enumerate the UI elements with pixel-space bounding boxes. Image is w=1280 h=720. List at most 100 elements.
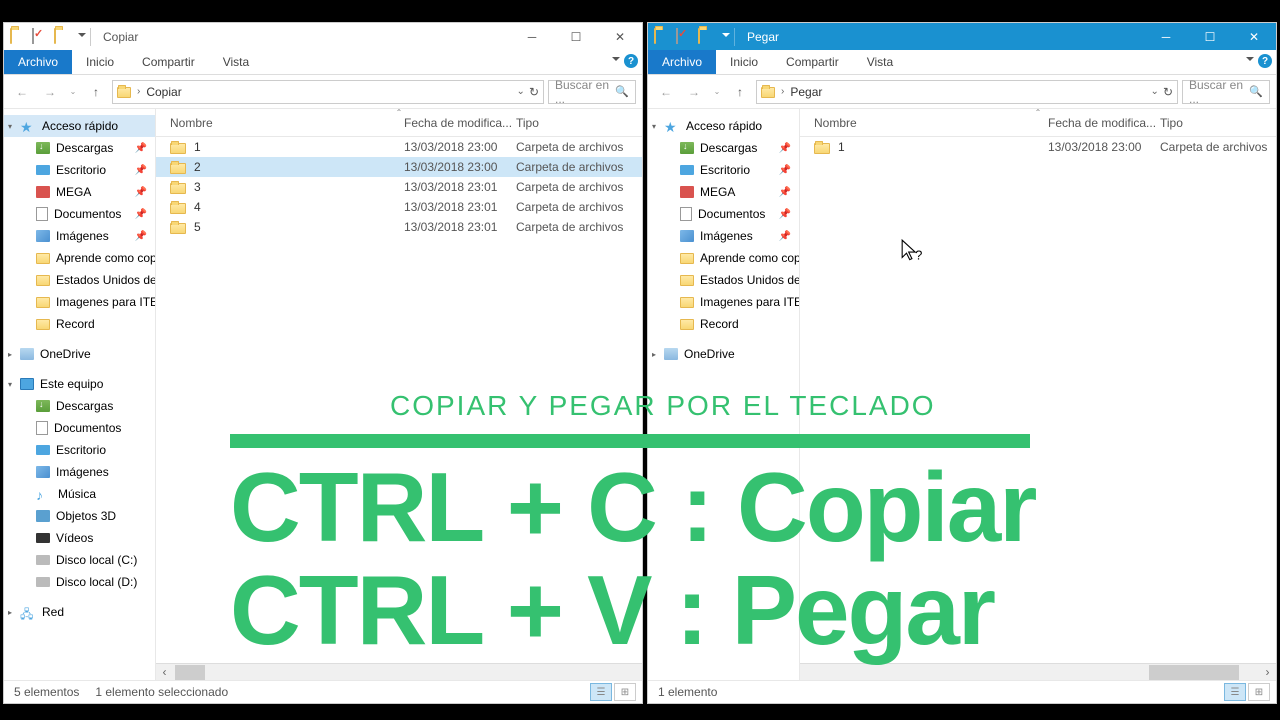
- scroll-thumb[interactable]: [175, 665, 205, 680]
- help-icon[interactable]: ?: [1258, 54, 1272, 68]
- col-date[interactable]: Fecha de modifica...: [404, 116, 516, 130]
- close-button[interactable]: ✕: [1232, 23, 1276, 50]
- sidebar-pc-documents[interactable]: Documentos: [4, 417, 155, 439]
- sidebar-disk-d[interactable]: Disco local (D:): [4, 571, 155, 593]
- tab-file[interactable]: Archivo: [648, 50, 716, 74]
- search-input[interactable]: Buscar en ... 🔍: [1182, 80, 1270, 104]
- open-folder-icon[interactable]: [54, 29, 70, 45]
- file-row[interactable]: 213/03/2018 23:00Carpeta de archivos: [156, 157, 642, 177]
- sidebar-pc-downloads[interactable]: Descargas: [4, 395, 155, 417]
- sidebar-folder[interactable]: Imagenes para ITEC: [4, 291, 155, 313]
- scroll-left-icon[interactable]: ‹: [156, 664, 173, 681]
- ribbon-collapse-icon[interactable]: [1246, 57, 1254, 65]
- tab-share[interactable]: Compartir: [772, 50, 853, 74]
- sidebar-quick-access[interactable]: ▾★Acceso rápido: [4, 115, 155, 137]
- file-list[interactable]: 113/03/2018 23:00Carpeta de archivos 213…: [156, 137, 642, 663]
- horizontal-scrollbar[interactable]: ‹: [156, 663, 642, 680]
- sidebar-folder[interactable]: Record: [648, 313, 799, 335]
- col-name[interactable]: Nombre: [170, 116, 404, 130]
- col-type[interactable]: Tipo: [516, 116, 642, 130]
- chevron-down-icon[interactable]: ⌄: [517, 86, 525, 97]
- sidebar-pc-desktop[interactable]: Escritorio: [4, 439, 155, 461]
- sidebar-desktop[interactable]: Escritorio📌: [4, 159, 155, 181]
- col-name[interactable]: Nombre: [814, 116, 1048, 130]
- view-icons-button[interactable]: ⊞: [1248, 683, 1270, 701]
- back-button[interactable]: ←: [654, 80, 678, 104]
- path-segment[interactable]: Pegar: [790, 85, 822, 99]
- qat-dropdown-icon[interactable]: [78, 33, 86, 41]
- file-row[interactable]: 313/03/2018 23:01Carpeta de archivos: [156, 177, 642, 197]
- sidebar-disk-c[interactable]: Disco local (C:): [4, 549, 155, 571]
- chevron-right-icon[interactable]: ›: [781, 86, 784, 97]
- sidebar-folder[interactable]: Record: [4, 313, 155, 335]
- sidebar-downloads[interactable]: Descargas📌: [4, 137, 155, 159]
- recent-dropdown[interactable]: ⌄: [66, 80, 80, 104]
- col-type[interactable]: Tipo: [1160, 116, 1276, 130]
- sidebar-pc-music[interactable]: ♪Música: [4, 483, 155, 505]
- sidebar-this-pc[interactable]: ▾Este equipo: [4, 373, 155, 395]
- sidebar-folder[interactable]: Aprende como cop: [4, 247, 155, 269]
- up-button[interactable]: ↑: [84, 80, 108, 104]
- refresh-icon[interactable]: ↻: [1163, 85, 1173, 99]
- tab-home[interactable]: Inicio: [72, 50, 128, 74]
- scroll-right-icon[interactable]: ›: [1259, 664, 1276, 681]
- recent-dropdown[interactable]: ⌄: [710, 80, 724, 104]
- sidebar-pc-videos[interactable]: Vídeos: [4, 527, 155, 549]
- sidebar-mega[interactable]: MEGA📌: [648, 181, 799, 203]
- titlebar[interactable]: Pegar ─ ☐ ✕: [648, 23, 1276, 50]
- sidebar-mega[interactable]: MEGA📌: [4, 181, 155, 203]
- refresh-icon[interactable]: ↻: [529, 85, 539, 99]
- file-row[interactable]: 113/03/2018 23:00Carpeta de archivos: [800, 137, 1276, 157]
- maximize-button[interactable]: ☐: [554, 23, 598, 50]
- tab-file[interactable]: Archivo: [4, 50, 72, 74]
- sidebar-onedrive[interactable]: ▸OneDrive: [648, 343, 799, 365]
- close-button[interactable]: ✕: [598, 23, 642, 50]
- file-list[interactable]: 113/03/2018 23:00Carpeta de archivos: [800, 137, 1276, 663]
- sidebar-pictures[interactable]: Imágenes📌: [648, 225, 799, 247]
- sidebar-pc-pictures[interactable]: Imágenes: [4, 461, 155, 483]
- col-date[interactable]: Fecha de modifica...: [1048, 116, 1160, 130]
- properties-icon[interactable]: [676, 29, 692, 45]
- view-details-button[interactable]: ☰: [590, 683, 612, 701]
- tab-view[interactable]: Vista: [853, 50, 907, 74]
- qat-dropdown-icon[interactable]: [722, 33, 730, 41]
- sidebar-documents[interactable]: Documentos📌: [648, 203, 799, 225]
- chevron-right-icon[interactable]: ›: [137, 86, 140, 97]
- view-details-button[interactable]: ☰: [1224, 683, 1246, 701]
- horizontal-scrollbar[interactable]: ›: [800, 663, 1276, 680]
- scroll-thumb[interactable]: [1149, 665, 1239, 680]
- view-icons-button[interactable]: ⊞: [614, 683, 636, 701]
- sidebar-downloads[interactable]: Descargas📌: [648, 137, 799, 159]
- sidebar-network[interactable]: ▸🖧Red: [4, 601, 155, 623]
- sidebar-documents[interactable]: Documentos📌: [4, 203, 155, 225]
- help-icon[interactable]: ?: [624, 54, 638, 68]
- path-segment[interactable]: Copiar: [146, 85, 181, 99]
- properties-icon[interactable]: [32, 29, 48, 45]
- sidebar-quick-access[interactable]: ▾★Acceso rápido: [648, 115, 799, 137]
- maximize-button[interactable]: ☐: [1188, 23, 1232, 50]
- sidebar-folder[interactable]: Aprende como cop: [648, 247, 799, 269]
- address-field[interactable]: › Copiar ⌄ ↻: [112, 80, 544, 104]
- titlebar[interactable]: Copiar ─ ☐ ✕: [4, 23, 642, 50]
- minimize-button[interactable]: ─: [510, 23, 554, 50]
- file-row[interactable]: 513/03/2018 23:01Carpeta de archivos: [156, 217, 642, 237]
- chevron-down-icon[interactable]: ⌄: [1151, 86, 1159, 97]
- ribbon-collapse-icon[interactable]: [612, 57, 620, 65]
- sidebar-folder[interactable]: Imagenes para ITEC: [648, 291, 799, 313]
- sidebar-desktop[interactable]: Escritorio📌: [648, 159, 799, 181]
- minimize-button[interactable]: ─: [1144, 23, 1188, 50]
- tab-view[interactable]: Vista: [209, 50, 263, 74]
- file-row[interactable]: 413/03/2018 23:01Carpeta de archivos: [156, 197, 642, 217]
- open-folder-icon[interactable]: [698, 29, 714, 45]
- address-field[interactable]: › Pegar ⌄ ↻: [756, 80, 1178, 104]
- sidebar-pictures[interactable]: Imágenes📌: [4, 225, 155, 247]
- sidebar-onedrive[interactable]: ▸OneDrive: [4, 343, 155, 365]
- tab-home[interactable]: Inicio: [716, 50, 772, 74]
- search-input[interactable]: Buscar en ... 🔍: [548, 80, 636, 104]
- sidebar-pc-3d[interactable]: Objetos 3D: [4, 505, 155, 527]
- up-button[interactable]: ↑: [728, 80, 752, 104]
- back-button[interactable]: ←: [10, 80, 34, 104]
- sidebar-folder[interactable]: Estados Unidos desp: [4, 269, 155, 291]
- file-row[interactable]: 113/03/2018 23:00Carpeta de archivos: [156, 137, 642, 157]
- sidebar-folder[interactable]: Estados Unidos desp: [648, 269, 799, 291]
